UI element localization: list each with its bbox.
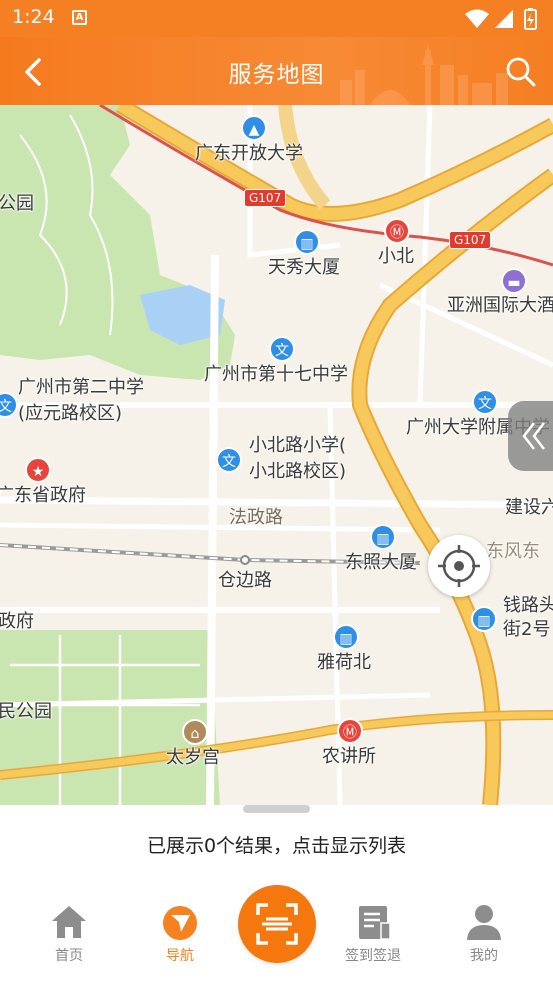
road-shield-g107: G107 <box>449 231 492 249</box>
nav-label-home: 首页 <box>55 948 83 964</box>
map-label-qianlu[interactable]: 钱路头 <box>503 595 553 617</box>
signal-icon <box>495 10 513 28</box>
building-icon[interactable]: ▥ <box>471 606 497 632</box>
school-icon[interactable]: 文 <box>269 336 295 362</box>
school-icon[interactable]: 文 <box>472 389 498 415</box>
status-time: 1:24 <box>12 6 55 28</box>
map-label-nongjiangsuo[interactable]: 农讲所 <box>322 746 376 768</box>
sheet-handle[interactable] <box>243 805 310 813</box>
government-icon[interactable]: ★ <box>25 457 51 483</box>
map-label-no17-school[interactable]: 广州市第十七中学 <box>204 364 348 386</box>
home-icon <box>52 906 86 938</box>
building-icon[interactable]: ▥ <box>333 624 359 650</box>
map-label-jianshe[interactable]: 建设六 <box>505 497 553 519</box>
map-label-xiaobeilu-school[interactable]: 小北路小学( <box>249 435 346 457</box>
building-icon[interactable]: ▥ <box>370 524 396 550</box>
map-label-no2-school[interactable]: 广州市第二中学 <box>18 377 144 399</box>
map-label-gov[interactable]: 广东省政府 <box>0 485 86 507</box>
building-icon[interactable]: ▥ <box>294 229 320 255</box>
map-label-dongfeng[interactable]: 东风东 <box>486 541 540 563</box>
profile-icon <box>467 905 501 940</box>
navigation-icon <box>163 906 197 940</box>
page-title: 服务地图 <box>228 62 325 88</box>
map-label-asia-hotel[interactable]: 亚洲国际大酒 <box>447 295 553 317</box>
map-label-taisui[interactable]: 太岁宫 <box>166 747 220 769</box>
hotel-icon[interactable]: ▬ <box>501 268 527 294</box>
crosshair-icon <box>438 545 480 587</box>
scan-icon <box>256 903 298 945</box>
locate-button[interactable] <box>428 535 490 597</box>
nav-home[interactable]: 首页 <box>24 903 114 965</box>
nav-label-navigation: 导航 <box>166 948 194 964</box>
school-icon[interactable]: 文 <box>216 447 242 473</box>
metro-station-icon[interactable]: Ⓜ <box>337 718 363 744</box>
status-icons <box>465 8 537 30</box>
map-label-no2-school-campus[interactable]: (应元路校区) <box>18 403 122 425</box>
map-label-fu[interactable]: 政府 <box>0 611 34 633</box>
nav-label-profile: 我的 <box>470 948 498 964</box>
map-label-fazheng-road[interactable]: 法政路 <box>229 507 283 529</box>
road-shield-g107: G107 <box>244 189 287 207</box>
app-bar: 服务地图 <box>0 37 553 105</box>
map-label-cangbian-road[interactable]: 仓边路 <box>218 570 272 592</box>
map-view[interactable]: G107 G107 ▲ 广东开放大学 ▥ 天秀大厦 Ⓜ 小北 ▬ 亚洲国际大酒 … <box>0 105 553 805</box>
nav-checkin[interactable]: 签到签退 <box>328 903 418 965</box>
map-label-qianlu-2[interactable]: 街2号 <box>503 619 550 641</box>
result-sheet[interactable]: 已展示0个结果，点击显示列表 <box>0 805 553 885</box>
search-icon <box>506 57 536 87</box>
metro-station-icon[interactable]: Ⓜ <box>384 218 410 244</box>
university-icon[interactable]: ▲ <box>241 115 267 141</box>
wifi-icon <box>465 9 489 28</box>
map-label-park[interactable]: 公园 <box>0 193 34 215</box>
map-label-dongzhao[interactable]: 东照大厦 <box>345 552 417 574</box>
nav-navigation[interactable]: 导航 <box>135 903 225 965</box>
side-panel-toggle[interactable] <box>508 401 553 471</box>
nav-profile[interactable]: 我的 <box>439 903 529 965</box>
map-label-people-park[interactable]: 民公园 <box>0 701 52 723</box>
bottom-nav: 首页 导航 签到签退 我的 <box>0 885 553 984</box>
scan-button[interactable] <box>238 885 316 963</box>
map-label-xiaobeilu-campus[interactable]: 小北路校区) <box>249 461 346 483</box>
notification-icon: A <box>72 10 87 25</box>
map-label-xiaobei[interactable]: 小北 <box>378 246 414 268</box>
result-summary[interactable]: 已展示0个结果，点击显示列表 <box>0 831 553 858</box>
double-chevron-left-icon <box>522 422 545 450</box>
nav-label-checkin: 签到签退 <box>345 948 401 964</box>
search-button[interactable] <box>499 50 543 94</box>
status-bar: 1:24 A <box>0 0 553 37</box>
map-label-open-university[interactable]: 广东开放大学 <box>195 143 303 165</box>
checkin-icon <box>359 906 391 940</box>
temple-icon[interactable]: ⌂ <box>182 719 208 745</box>
map-label-yahe-north[interactable]: 雅荷北 <box>317 652 371 674</box>
map-label-tianxiu[interactable]: 天秀大厦 <box>268 257 340 279</box>
